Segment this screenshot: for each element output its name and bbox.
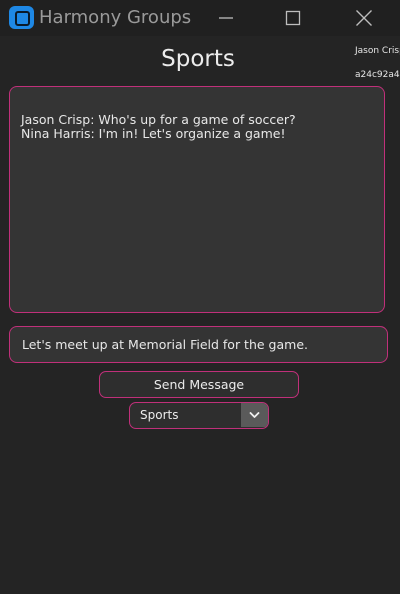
- message-input[interactable]: Let's meet up at Memorial Field for the …: [9, 326, 388, 363]
- minimize-button[interactable]: [196, 0, 256, 36]
- maximize-icon: [285, 10, 301, 26]
- current-user-name: Jason Crisp: [355, 46, 400, 56]
- chevron-down-icon: [249, 412, 260, 418]
- current-user-id: a24c92a45: [355, 70, 400, 80]
- minimize-icon: [219, 17, 233, 19]
- message-input-value: Let's meet up at Memorial Field for the …: [22, 337, 308, 352]
- group-select[interactable]: Sports: [129, 402, 269, 429]
- message-line: Jason Crisp: Who's up for a game of socc…: [21, 112, 296, 127]
- window-title: Harmony Groups: [39, 7, 192, 28]
- message-history[interactable]: Jason Crisp: Who's up for a game of socc…: [9, 86, 385, 313]
- close-icon: [356, 10, 372, 26]
- maximize-button[interactable]: [263, 0, 323, 36]
- app-window: Harmony Groups Sports Jason Crisp a24c92…: [0, 0, 400, 594]
- message-line: Nina Harris: I'm in! Let's organize a ga…: [21, 126, 286, 141]
- app-logo-icon: [9, 6, 34, 29]
- close-button[interactable]: [334, 0, 394, 36]
- title-bar[interactable]: Harmony Groups: [0, 0, 400, 36]
- group-select-toggle[interactable]: [241, 403, 268, 427]
- chat-title: Sports: [161, 46, 235, 72]
- send-message-button[interactable]: Send Message: [99, 371, 299, 398]
- group-select-value: Sports: [140, 408, 179, 422]
